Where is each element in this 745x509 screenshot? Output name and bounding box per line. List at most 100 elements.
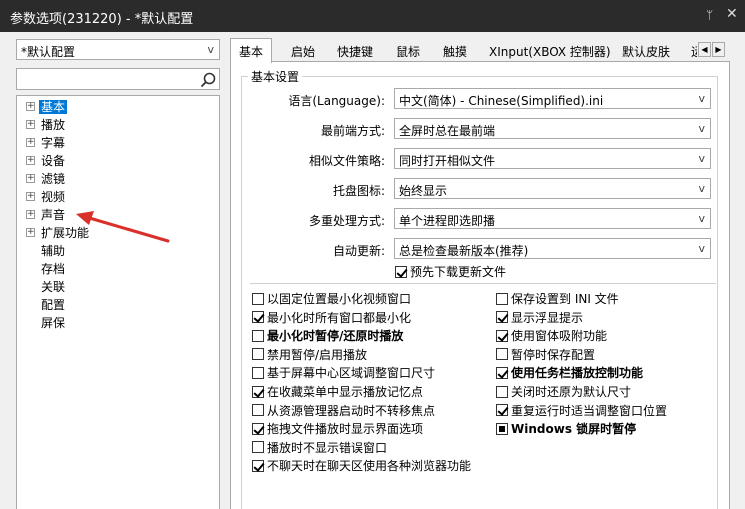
checkbox-label: 禁用暂停/启用播放: [267, 347, 368, 362]
checkbox-label: 播放时不显示错误窗口: [267, 440, 388, 455]
setting-label: 托盘图标:: [332, 184, 385, 198]
tab-scroll-right-icon[interactable]: ▶: [712, 42, 725, 57]
setting-dropdown[interactable]: 中文(简体) - Chinese(Simplified).ini v: [394, 88, 711, 109]
option-checkbox[interactable]: 在收藏菜单中显示播放记忆点: [252, 383, 423, 400]
tab-basic[interactable]: 基本: [230, 38, 273, 63]
setting-dropdown[interactable]: 全屏时总在最前端 v: [394, 118, 711, 139]
option-checkbox[interactable]: 从资源管理器启动时不转移焦点: [252, 402, 435, 419]
expand-icon[interactable]: +: [26, 174, 35, 183]
tree-item[interactable]: 配置: [39, 296, 67, 313]
checkbox-box: [252, 404, 264, 417]
tree-item-label: 滤镜: [41, 172, 66, 186]
tree-item-label: 字幕: [41, 136, 66, 150]
checkbox-box: [252, 422, 264, 435]
option-checkbox[interactable]: 以固定位置最小化视频窗口: [252, 290, 411, 307]
expand-icon[interactable]: +: [26, 228, 35, 237]
checkbox-label: 在收藏菜单中显示播放记忆点: [267, 385, 424, 399]
checkbox-box: [395, 265, 407, 278]
tree-item[interactable]: + 滤镜: [26, 170, 67, 187]
tree-item[interactable]: 屏保: [39, 314, 67, 331]
checkbox-label: 暂停时保存配置: [511, 347, 596, 362]
option-checkbox[interactable]: 禁用暂停/启用播放: [252, 346, 367, 363]
checkbox-label: 重复运行时适当调整窗口位置: [511, 403, 668, 418]
pin-icon[interactable]: ᛘ: [706, 8, 713, 22]
tree-item[interactable]: + 声音: [26, 206, 67, 223]
setting-dropdown[interactable]: 总是检查最新版本(推荐) v: [394, 238, 711, 259]
expand-icon[interactable]: +: [26, 120, 35, 129]
tab-default-skin[interactable]: 默认皮肤: [622, 40, 670, 62]
tree-item[interactable]: 辅助: [39, 242, 67, 259]
option-checkbox[interactable]: 基于屏幕中心区域调整窗口尺寸: [252, 364, 435, 381]
checkbox-label: 拖拽文件播放时显示界面选项: [267, 422, 424, 437]
search-input[interactable]: [16, 68, 220, 90]
tree-item[interactable]: + 字幕: [26, 134, 67, 151]
tree-item-label: 声音: [41, 208, 66, 222]
setting-dropdown[interactable]: 始终显示 v: [394, 178, 711, 199]
checkbox-box: [252, 329, 264, 342]
checkbox-box: [252, 348, 264, 361]
checkbox-box: [496, 329, 508, 342]
checkbox-label: 以固定位置最小化视频窗口: [267, 292, 412, 306]
tab-more[interactable]: 运: [691, 40, 697, 62]
option-checkbox[interactable]: 拖拽文件播放时显示界面选项: [252, 420, 423, 437]
tree-item-label: 存档: [41, 262, 66, 276]
tab-label: 默认皮肤: [622, 45, 671, 59]
tree-item[interactable]: 存档: [39, 260, 67, 277]
tab-mouse[interactable]: 鼠标: [396, 40, 420, 62]
expand-icon[interactable]: +: [26, 102, 35, 111]
option-checkbox[interactable]: 重复运行时适当调整窗口位置: [496, 402, 667, 419]
profile-dropdown[interactable]: *默认配置 v: [16, 39, 220, 60]
tab-label: 触摸: [443, 45, 468, 59]
checkbox-label: 基于屏幕中心区域调整窗口尺寸: [267, 366, 436, 381]
tab-label: 基本: [239, 45, 264, 59]
tree-item[interactable]: 关联: [39, 278, 67, 295]
tree-item[interactable]: + 视频: [26, 188, 67, 205]
checkbox-box: [252, 385, 264, 398]
option-checkbox[interactable]: 关闭时还原为默认尺寸: [496, 383, 631, 400]
close-icon[interactable]: ✕: [726, 6, 738, 22]
separator: [250, 283, 716, 284]
option-checkbox[interactable]: 不聊天时在聊天区使用各种浏览器功能: [252, 457, 471, 474]
setting-dropdown[interactable]: 单个进程即选即播 v: [394, 208, 711, 229]
predownload-checkbox[interactable]: 预先下载更新文件: [395, 263, 506, 280]
expand-icon[interactable]: +: [26, 156, 35, 165]
chevron-down-icon: v: [698, 122, 705, 135]
option-checkbox[interactable]: 最小化时暂停/还原时播放: [252, 327, 403, 344]
chevron-down-icon: v: [698, 92, 705, 105]
setting-label: 自动更新:: [332, 244, 385, 258]
option-checkbox[interactable]: 使用任务栏播放控制功能: [496, 364, 643, 381]
tab-label: XInput(XBOX 控制器): [489, 45, 611, 59]
tree-item[interactable]: + 设备: [26, 152, 67, 169]
option-checkbox[interactable]: 暂停时保存配置: [496, 346, 595, 363]
tree-item-label: 基本: [39, 100, 68, 114]
option-checkbox[interactable]: 保存设置到 INI 文件: [496, 290, 619, 307]
title-bar: 参数选项(231220) - *默认配置 ᛘ ✕: [0, 0, 745, 32]
tab-bar: 基本 启始 快捷键 鼠标 触摸 XInput(XBOX 控制器) 默认皮肤 运 …: [230, 38, 730, 63]
expand-icon[interactable]: +: [26, 138, 35, 147]
option-checkbox[interactable]: 播放时不显示错误窗口: [252, 439, 387, 456]
setting-label: 相似文件策略:: [308, 154, 385, 168]
checkbox-box: [252, 441, 264, 454]
checkbox-label: 最小化时所有窗口都最小化: [267, 310, 412, 325]
tab-label: 运: [691, 45, 697, 59]
tab-hotkeys[interactable]: 快捷键: [337, 40, 373, 62]
tree-item[interactable]: + 播放: [26, 116, 67, 133]
expand-icon[interactable]: +: [26, 192, 35, 201]
expand-icon[interactable]: +: [26, 210, 35, 219]
option-checkbox[interactable]: Windows 锁屏时暂停: [496, 420, 636, 437]
search-icon[interactable]: [199, 71, 217, 89]
tree-item[interactable]: + 基本: [26, 98, 68, 115]
tab-startup[interactable]: 启始: [291, 40, 315, 62]
option-checkbox[interactable]: 使用窗体吸附功能: [496, 327, 607, 344]
option-checkbox[interactable]: 最小化时所有窗口都最小化: [252, 309, 411, 326]
tab-label: 鼠标: [396, 45, 421, 59]
checkbox-label: Windows 锁屏时暂停: [511, 422, 637, 437]
tab-label: 启始: [291, 45, 316, 59]
tab-xinput[interactable]: XInput(XBOX 控制器): [489, 40, 611, 62]
tab-scroll-left-icon[interactable]: ◀: [698, 42, 711, 57]
tab-touch[interactable]: 触摸: [443, 40, 467, 62]
option-checkbox[interactable]: 显示浮显提示: [496, 309, 583, 326]
dropdown-value: 中文(简体) - Chinese(Simplified).ini: [399, 94, 604, 108]
setting-dropdown[interactable]: 同时打开相似文件 v: [394, 148, 711, 169]
setting-label: 多重处理方式:: [308, 214, 385, 228]
